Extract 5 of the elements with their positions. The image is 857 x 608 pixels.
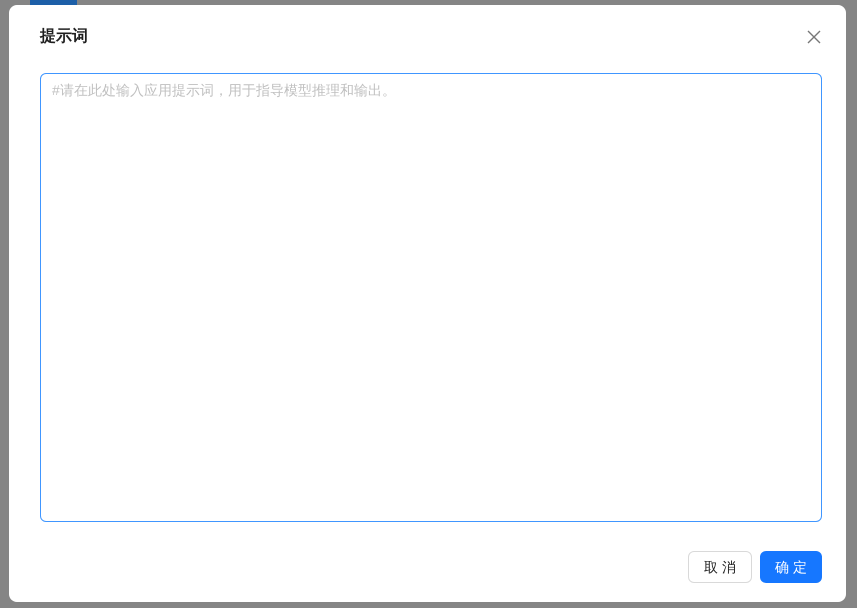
cancel-button[interactable]: 取 消 [688,551,752,583]
confirm-button[interactable]: 确 定 [760,551,822,583]
dialog-title: 提示词 [40,26,88,47]
close-icon[interactable] [806,29,822,45]
prompt-field[interactable]: #请在此处输入应用提示词，用于指导模型推理和输出。 [40,73,822,522]
